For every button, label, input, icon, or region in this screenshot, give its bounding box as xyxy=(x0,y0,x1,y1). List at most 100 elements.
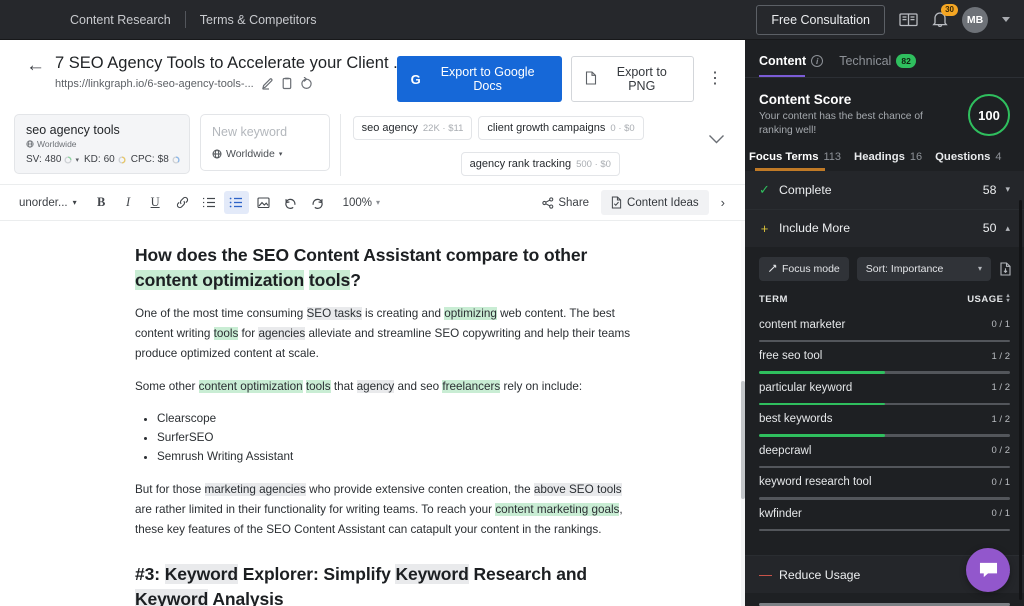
usage-column-header[interactable]: USAGE ▴ ▾ xyxy=(967,293,1010,305)
metric-cpc-label: CPC: xyxy=(130,154,155,165)
sort-arrows-icon[interactable]: ▴ ▾ xyxy=(1006,293,1010,305)
seo-side-panel: Content i Technical 82 Content Score You… xyxy=(745,40,1024,606)
info-icon[interactable]: i xyxy=(811,55,824,68)
nav-content-research[interactable]: Content Research xyxy=(60,9,181,31)
bell-icon[interactable]: 30 xyxy=(932,4,958,28)
subtab-questions[interactable]: Questions 4 xyxy=(935,151,1001,171)
export-doc-icon[interactable] xyxy=(999,262,1012,276)
term-usage: 1 / 2 xyxy=(991,350,1011,362)
keyword-tag[interactable]: agency rank tracking 500 · $0 xyxy=(460,152,620,176)
editor-pane: ← 7 SEO Agency Tools to Accelerate your … xyxy=(0,40,745,606)
highlighted-term: Keyword xyxy=(135,589,208,606)
document-url-row: https://linkgraph.io/6-seo-agency-tools-… xyxy=(55,77,397,90)
underline-icon[interactable]: U xyxy=(143,191,168,214)
content-score-value: 100 xyxy=(978,107,1000,123)
panel-scrollbar[interactable] xyxy=(1019,200,1022,600)
highlighted-term: above SEO tools xyxy=(533,483,622,497)
subtab-focus-terms-label: Focus Terms xyxy=(749,150,819,163)
nav-separator xyxy=(184,11,186,28)
app-root: Content Research Terms & Competitors Fre… xyxy=(0,0,1024,606)
sort-select[interactable]: Sort: Importance ▾ xyxy=(856,256,991,281)
free-consultation-button[interactable]: Free Consultation xyxy=(756,4,885,35)
chevron-down-icon[interactable] xyxy=(1002,17,1010,22)
term-row-content: particular keyword 1 / 2 xyxy=(759,374,1010,403)
copy-icon[interactable] xyxy=(281,77,293,90)
term-row[interactable]: best keywords 1 / 2 xyxy=(745,405,1024,437)
block-style-select[interactable]: unorder... ▾ xyxy=(12,193,84,213)
term-row[interactable]: free seo tool 1 / 2 xyxy=(745,342,1024,374)
subtab-headings[interactable]: Headings 16 xyxy=(854,151,922,171)
new-keyword-geo-label: Worldwide xyxy=(226,148,275,160)
back-arrow-icon[interactable]: ← xyxy=(14,54,55,75)
redo-icon[interactable] xyxy=(305,191,330,214)
document-actions: G Export to Google Docs Export to PNG ⋮ xyxy=(396,54,731,102)
keyword-tag-term: client growth campaigns xyxy=(487,122,606,134)
term-table-header: TERM USAGE ▴ ▾ xyxy=(745,289,1024,311)
subtab-focus-terms-count: 113 xyxy=(823,150,842,163)
accordion-include-more[interactable]: + Include More 50 ▴ xyxy=(745,209,1024,247)
list-item: SurferSEO xyxy=(157,429,635,448)
metric-cpc-value: $8 xyxy=(157,154,169,165)
term-row[interactable]: content marketer 0 / 1 xyxy=(745,311,1024,343)
primary-keyword-geo: Worldwide xyxy=(26,139,178,149)
tab-content[interactable]: Content i xyxy=(759,54,824,78)
italic-icon[interactable]: I xyxy=(116,191,141,214)
ordered-list-icon[interactable] xyxy=(197,191,222,214)
nav-terms-competitors[interactable]: Terms & Competitors xyxy=(190,9,327,31)
chevron-up-icon[interactable]: ▴ xyxy=(1005,223,1010,234)
subtab-questions-label: Questions xyxy=(935,150,991,163)
new-keyword-geo-select[interactable]: Worldwide ▾ xyxy=(212,148,318,160)
bold-icon[interactable]: B xyxy=(89,191,114,214)
term-usage: 1 / 2 xyxy=(991,413,1011,425)
next-arrow-icon[interactable]: › xyxy=(713,191,733,214)
zoom-level-select[interactable]: 100% ▾ xyxy=(337,193,386,213)
term-row[interactable]: particular keyword 1 / 2 xyxy=(745,374,1024,406)
zoom-level-label: 100% xyxy=(342,196,373,209)
highlighted-term: agencies xyxy=(258,326,306,340)
highlighted-term: tools xyxy=(213,326,239,340)
tab-technical[interactable]: Technical 82 xyxy=(839,54,916,77)
term-row[interactable]: deepcrawl 0 / 2 xyxy=(745,437,1024,469)
plus-icon: + xyxy=(760,220,769,236)
term-row[interactable]: kwfinder 0 / 1 xyxy=(745,500,1024,532)
export-gdocs-label: Export to Google Docs xyxy=(440,65,535,93)
book-icon[interactable] xyxy=(899,12,918,27)
content-ideas-button[interactable]: Content Ideas xyxy=(601,190,709,215)
chevron-down-icon[interactable] xyxy=(704,114,731,150)
keyword-tag-stat: 0 · $0 xyxy=(610,123,635,134)
unordered-list-icon[interactable] xyxy=(223,191,249,214)
document-content[interactable]: How does the SEO Content Assistant compa… xyxy=(0,221,745,606)
editor-scroll-area[interactable]: How does the SEO Content Assistant compa… xyxy=(0,221,745,606)
primary-keyword-card[interactable]: seo agency tools Worldwide SV: 480 ▾ KD:… xyxy=(14,114,190,174)
chat-bubble-icon[interactable] xyxy=(966,548,1010,592)
highlighted-term: content marketing goals xyxy=(495,503,620,517)
new-keyword-input[interactable]: New keyword xyxy=(212,125,318,139)
focus-mode-toggle[interactable]: Focus mode xyxy=(759,256,849,281)
keyword-tag-term: agency rank tracking xyxy=(469,158,572,170)
export-png-label: Export to PNG xyxy=(616,65,667,93)
keyword-tag-term: seo agency xyxy=(361,122,418,134)
export-to-google-docs-button[interactable]: G Export to Google Docs xyxy=(396,56,562,102)
document-header: ← 7 SEO Agency Tools to Accelerate your … xyxy=(0,40,745,110)
refresh-icon[interactable] xyxy=(300,77,313,90)
avatar[interactable]: MB xyxy=(962,6,988,33)
term-list[interactable]: content marketer 0 / 1 free seo tool 1 / 2p… xyxy=(745,311,1024,555)
undo-icon[interactable] xyxy=(278,191,303,214)
term-row-content: deepcrawl 0 / 2 xyxy=(759,437,1010,466)
link-icon[interactable] xyxy=(170,191,195,214)
keyword-tag[interactable]: client growth campaigns 0 · $0 xyxy=(478,116,644,140)
accordion-complete[interactable]: ✓ Complete 58 ▾ xyxy=(745,170,1024,210)
export-to-png-button[interactable]: Export to PNG xyxy=(570,56,694,102)
term-row[interactable]: keyword research tool 0 / 1 xyxy=(745,468,1024,500)
edit-pencil-icon[interactable] xyxy=(261,77,274,90)
keyword-tag[interactable]: seo agency 22K · $11 xyxy=(352,116,473,140)
share-button[interactable]: Share xyxy=(534,192,597,214)
new-keyword-card[interactable]: New keyword Worldwide ▾ xyxy=(200,114,330,171)
content-ideas-label: Content Ideas xyxy=(627,196,699,209)
document-list: ClearscopeSurferSEOSemrush Writing Assis… xyxy=(151,410,635,467)
content-score-ring: 100 xyxy=(968,94,1010,137)
image-icon[interactable] xyxy=(251,191,276,214)
term-usage: 0 / 1 xyxy=(991,476,1011,488)
chevron-down-icon[interactable]: ▾ xyxy=(1005,184,1010,195)
more-options-icon[interactable]: ⋮ xyxy=(703,69,731,89)
